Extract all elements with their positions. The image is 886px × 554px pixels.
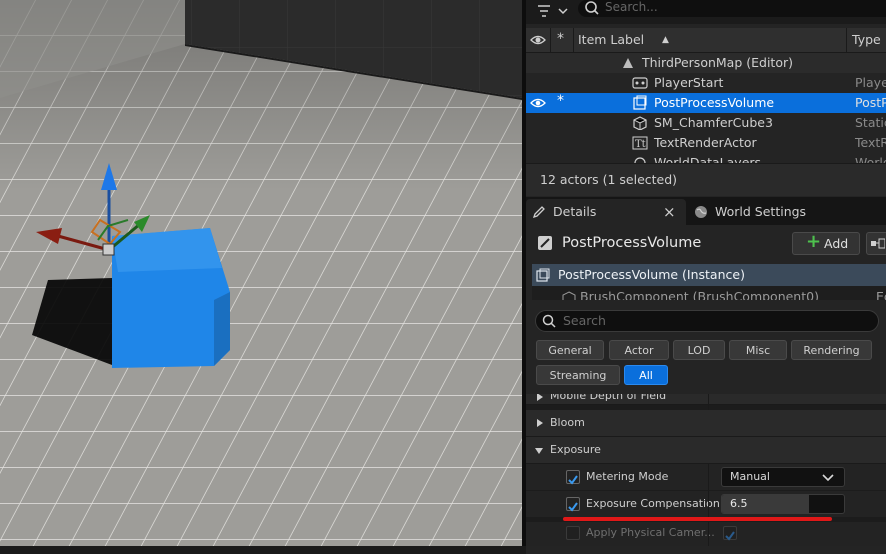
pin-column-star-icon[interactable]: *	[557, 31, 564, 47]
column-item-label[interactable]: Item Label	[578, 28, 644, 52]
blueprint-button[interactable]	[866, 232, 886, 255]
details-search-input[interactable]: Search	[535, 310, 879, 332]
chevron-right-icon	[537, 394, 543, 401]
search-icon	[585, 1, 599, 15]
component-row-brush[interactable]: BrushComponent (BrushComponent0) Ec	[532, 288, 886, 300]
outliner-row-textrender[interactable]: Tt TextRenderActor TextR	[526, 133, 886, 153]
chevron-down-icon	[535, 448, 543, 454]
outliner-search-input[interactable]: Search...	[578, 0, 886, 17]
filter-lod[interactable]: LOD	[673, 340, 725, 360]
prop-apply-physical-camera: Apply Physical Camer...	[526, 522, 886, 546]
outliner-list: ThirdPersonMap (Editor) PlayerStart Play…	[526, 53, 886, 163]
prop-metering-mode: Metering Mode Manual	[526, 464, 886, 490]
component-row-instance[interactable]: PostProcessVolume (Instance)	[532, 264, 886, 286]
section-exposure[interactable]: Exposure	[526, 437, 886, 464]
tab-details[interactable]: Details ×	[526, 199, 686, 225]
side-panel: Search... * Item Label ▲ Type ThirdPerso…	[526, 0, 886, 554]
outliner-row-playerstart[interactable]: PlayerStart Player	[526, 73, 886, 93]
outliner-header: * Item Label ▲ Type	[526, 28, 886, 53]
world-data-icon	[634, 157, 646, 163]
component-tree: PostProcessVolume (Instance) BrushCompon…	[532, 264, 886, 300]
exposure-compensation-override-checkbox[interactable]	[566, 497, 580, 512]
filter-actor[interactable]: Actor	[609, 340, 669, 360]
outliner-row-level[interactable]: ThirdPersonMap (Editor)	[526, 53, 886, 73]
chevron-right-icon	[537, 419, 543, 427]
player-start-icon	[632, 77, 648, 89]
visibility-eye-icon[interactable]	[530, 97, 546, 109]
post-process-icon	[633, 95, 647, 110]
filter-misc[interactable]: Misc	[729, 340, 787, 360]
filter-button[interactable]	[534, 2, 570, 20]
outliner-search-placeholder: Search...	[605, 0, 658, 14]
check-icon	[725, 531, 735, 541]
globe-icon	[695, 206, 707, 218]
prop-exposure-compensation: Exposure Compensation 6.5	[526, 491, 886, 517]
search-icon	[542, 314, 556, 328]
filter-streaming[interactable]: Streaming	[536, 365, 620, 385]
annotation-underline	[563, 517, 832, 521]
section-bloom[interactable]: Bloom	[526, 410, 886, 437]
chevron-down-icon	[822, 474, 834, 482]
outliner-row-chamfercube[interactable]: SM_ChamferCube3 Static	[526, 113, 886, 133]
text-render-icon: Tt	[632, 136, 648, 150]
plus-icon: +	[806, 231, 822, 252]
check-icon	[568, 502, 578, 512]
exposure-compensation-slider[interactable]: 6.5	[721, 494, 845, 514]
pinned-star-icon[interactable]: *	[557, 93, 564, 109]
add-component-button[interactable]: + Add	[792, 231, 860, 255]
outliner-row-postprocessvolume[interactable]: * PostProcessVolume PostP	[526, 93, 886, 113]
blueprint-icon	[871, 238, 885, 249]
outliner-toolbar: Search...	[526, 0, 886, 24]
post-process-icon	[536, 268, 550, 282]
column-type[interactable]: Type	[852, 28, 881, 52]
viewport-scene	[0, 0, 522, 546]
level-viewport[interactable]	[0, 0, 522, 546]
static-mesh-icon	[633, 116, 647, 130]
details-property-list: Mobile Depth of Field Bloom Exposure Met…	[526, 394, 886, 546]
metering-mode-dropdown[interactable]: Manual	[721, 467, 845, 487]
post-process-volume-icon	[538, 236, 552, 250]
filter-rendering[interactable]: Rendering	[791, 340, 872, 360]
check-icon	[568, 475, 578, 485]
apply-physical-camera-override-checkbox[interactable]	[566, 526, 580, 540]
outliner-status-bar: 12 actors (1 selected)	[526, 163, 886, 196]
tab-world-settings[interactable]: World Settings	[690, 199, 840, 225]
section-mobile-dof[interactable]: Mobile Depth of Field	[526, 394, 886, 405]
details-tab-bar: Details × World Settings	[526, 197, 886, 225]
details-filter-area: Search General Actor LOD Misc Rendering …	[526, 302, 886, 394]
filter-all[interactable]: All	[624, 365, 668, 385]
visibility-column-eye-icon[interactable]	[530, 33, 546, 47]
brush-component-icon	[562, 291, 576, 300]
sort-ascending-icon: ▲	[662, 35, 669, 45]
metering-mode-override-checkbox[interactable]	[566, 470, 580, 485]
outliner-row-worlddatalayers[interactable]: WorldDataLayers World	[526, 153, 886, 163]
filter-icon	[538, 5, 568, 17]
apply-physical-camera-checkbox[interactable]	[723, 526, 737, 541]
close-tab-icon[interactable]: ×	[663, 199, 676, 225]
details-header: PostProcessVolume + Add	[526, 225, 886, 261]
filter-general[interactable]: General	[536, 340, 604, 360]
actor-name[interactable]: PostProcessVolume	[562, 225, 701, 261]
level-icon	[623, 58, 633, 68]
svg-text:Tt: Tt	[635, 139, 646, 150]
pencil-icon	[532, 206, 545, 219]
actor-count: 12 actors (1 selected)	[540, 172, 678, 187]
